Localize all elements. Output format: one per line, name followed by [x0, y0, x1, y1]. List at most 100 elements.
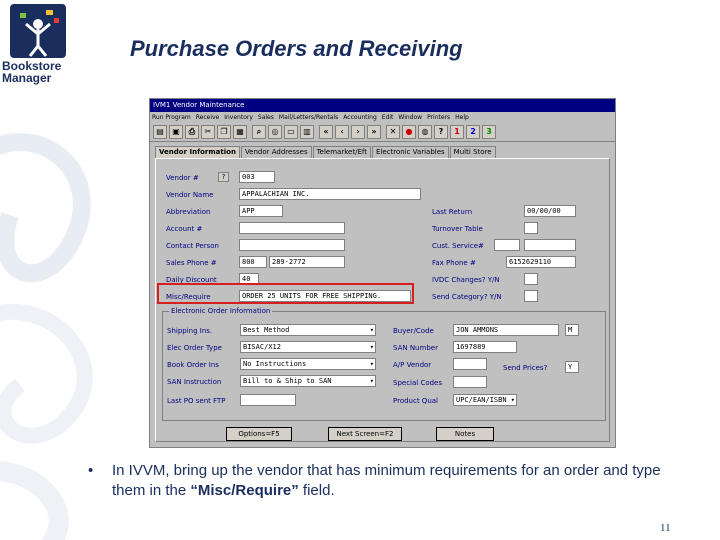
ap-vendor-field[interactable]	[453, 358, 487, 370]
shipping-ins-label: Shipping Ins.	[167, 327, 213, 335]
vendor-num-field[interactable]: 003	[239, 171, 275, 183]
last-return-field[interactable]: 00/00/00	[524, 205, 576, 217]
product-qual-select[interactable]: UPC/EAN/ISBN	[453, 394, 517, 406]
account-num-field[interactable]	[239, 222, 345, 234]
globe-icon[interactable]: ◍	[418, 125, 432, 139]
ap-vendor-label: A/P Vendor	[393, 361, 432, 369]
menu-bar: Run Program Receive Inventory Sales Mail/Let…	[150, 112, 615, 123]
ivdc-changes-field[interactable]	[524, 273, 538, 285]
menu-item-1[interactable]: Receive	[196, 114, 220, 121]
turnover-table-label: Turnover Table	[432, 225, 483, 233]
note-icon[interactable]: ▭	[284, 125, 298, 139]
toolbar: ▤ ▣ ⎙ ✂ ❐ ▦ ⌕ ◎ ▭ ▥ « ‹ › » ✕ ● ◍ ? 1 2 …	[150, 123, 615, 142]
last-po-sent-field[interactable]	[240, 394, 296, 406]
last-po-sent-label: Last PO sent FTP	[167, 397, 226, 405]
delete-icon[interactable]: ✕	[386, 125, 400, 139]
send-category-field[interactable]	[524, 290, 538, 302]
book-order-ins-select[interactable]: No Instructions	[240, 358, 376, 370]
send-prices-field[interactable]: Y	[565, 361, 579, 373]
logo-text: Bookstore Manager	[2, 60, 74, 84]
find-icon[interactable]: ⌕	[252, 125, 266, 139]
menu-item-8[interactable]: Printers	[427, 114, 450, 121]
logo-line2: Manager	[2, 71, 52, 85]
vendor-name-label: Vendor Name	[166, 191, 214, 199]
notes-button[interactable]: Notes	[436, 427, 494, 441]
menu-item-3[interactable]: Sales	[258, 114, 274, 121]
cust-service-label: Cust. Service#	[432, 242, 484, 250]
cut-icon[interactable]: ✂	[201, 125, 215, 139]
caption-emphasis: “Misc/Require”	[190, 482, 299, 499]
vendor-maintenance-window: IVM1 Vendor Maintenance Run Program Recei…	[149, 98, 616, 448]
binoculars-icon[interactable]: ◎	[268, 125, 282, 139]
logo-figure-icon	[20, 10, 59, 57]
buyer-code-field[interactable]: JON AMMONS	[453, 324, 559, 336]
next-screen-button[interactable]: Next Screen=F2	[328, 427, 402, 441]
electronic-order-group-title: Electronic Order Information	[169, 307, 273, 315]
menu-item-9[interactable]: Help	[455, 114, 469, 121]
cust-service-field[interactable]	[524, 239, 576, 251]
shipping-ins-select[interactable]: Best Method	[240, 324, 376, 336]
misc-require-highlight	[157, 283, 414, 304]
san-number-label: SAN Number	[393, 344, 438, 352]
print-icon[interactable]: ⎙	[185, 125, 199, 139]
stop-icon[interactable]: ●	[402, 125, 416, 139]
ivdc-changes-label: IVDC Changes? Y/N	[432, 276, 500, 284]
send-prices-label: Send Prices?	[503, 364, 548, 372]
san-number-field[interactable]: 1697889	[453, 341, 517, 353]
book-order-ins-label: Book Order Ins	[167, 361, 219, 369]
caption-after: field.	[298, 482, 335, 499]
toolbar-num-1[interactable]: 1	[450, 125, 464, 139]
sales-phone-field[interactable]: 289-2772	[269, 256, 345, 268]
slide: Bookstore Manager Purchase Orders and Re…	[0, 0, 720, 540]
vendor-name-field[interactable]: APPALACHIAN INC.	[239, 188, 421, 200]
open-icon[interactable]: ▤	[153, 125, 167, 139]
next-record-icon[interactable]: ›	[351, 125, 365, 139]
turnover-table-field[interactable]	[524, 222, 538, 234]
elec-order-type-label: Elec Order Type	[167, 344, 222, 352]
menu-item-5[interactable]: Accounting	[343, 114, 377, 121]
cust-service-area-field[interactable]	[494, 239, 520, 251]
san-instruction-select[interactable]: Bill to & Ship to SAN	[240, 375, 376, 387]
paste-icon[interactable]: ▦	[233, 125, 247, 139]
abbreviation-label: Abbreviation	[166, 208, 211, 216]
menu-item-7[interactable]: Window	[398, 114, 422, 121]
last-record-icon[interactable]: »	[367, 125, 381, 139]
toolbar-num-2[interactable]: 2	[466, 125, 480, 139]
copy-icon[interactable]: ❐	[217, 125, 231, 139]
account-num-label: Account #	[166, 225, 203, 233]
product-qual-label: Product Qual	[393, 397, 438, 405]
menu-item-2[interactable]: Inventory	[224, 114, 253, 121]
elec-order-type-select[interactable]: BISAC/X12	[240, 341, 376, 353]
abbreviation-field[interactable]: APP	[239, 205, 283, 217]
first-record-icon[interactable]: «	[319, 125, 333, 139]
menu-item-6[interactable]: Edit	[382, 114, 394, 121]
caption-bullet: •	[88, 462, 94, 479]
vendor-num-label: Vendor #	[166, 174, 199, 182]
logo-badge	[10, 4, 66, 58]
page-number: 11	[660, 522, 671, 534]
san-instruction-label: SAN Instruction	[167, 378, 222, 386]
special-codes-field[interactable]	[453, 376, 487, 388]
menu-item-0[interactable]: Run Program	[152, 114, 191, 121]
vendor-lookup-button[interactable]: ?	[218, 172, 229, 182]
fax-phone-label: Fax Phone #	[432, 259, 476, 267]
decorative-swirl	[0, 133, 93, 540]
sales-phone-area-field[interactable]: 800	[239, 256, 267, 268]
contact-person-label: Contact Person	[166, 242, 219, 250]
menu-item-4[interactable]: Mail/Letters/Rentals	[279, 114, 338, 121]
last-return-label: Last Return	[432, 208, 473, 216]
fax-phone-field[interactable]: 6152629110	[506, 256, 576, 268]
prev-record-icon[interactable]: ‹	[335, 125, 349, 139]
bookstore-manager-logo: Bookstore Manager	[2, 2, 70, 92]
buyer-code-letter-field[interactable]: M	[565, 324, 579, 336]
caption-text: In IVVM, bring up the vendor that has mi…	[112, 461, 692, 501]
contact-person-field[interactable]	[239, 239, 345, 251]
electronic-order-group: Electronic Order Information Shipping In…	[162, 307, 606, 421]
help-icon[interactable]: ?	[434, 125, 448, 139]
options-button[interactable]: Options=F5	[226, 427, 292, 441]
toolbar-num-3[interactable]: 3	[482, 125, 496, 139]
buyer-code-label: Buyer/Code	[393, 327, 434, 335]
send-category-label: Send Category? Y/N	[432, 293, 502, 301]
save-icon[interactable]: ▣	[169, 125, 183, 139]
calc-icon[interactable]: ▥	[300, 125, 314, 139]
